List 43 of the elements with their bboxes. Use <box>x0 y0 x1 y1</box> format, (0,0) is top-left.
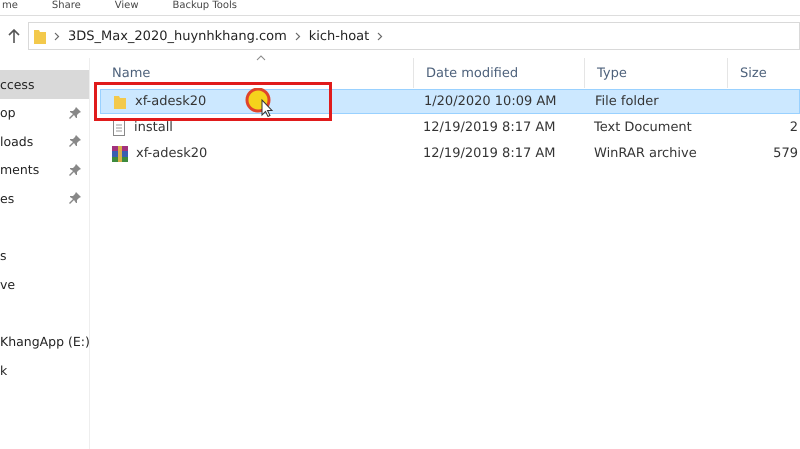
file-row[interactable]: xf-adesk20 12/19/2019 8:17 AM WinRAR archive 579 <box>100 141 800 166</box>
chevron-icon[interactable] <box>54 32 60 40</box>
sidebar-item[interactable]: op <box>0 98 89 127</box>
column-header[interactable]: Type <box>584 58 727 88</box>
archive-icon <box>112 146 128 162</box>
sort-caret-icon <box>256 55 266 61</box>
ribbon-tab[interactable]: me <box>0 0 20 15</box>
file-name: xf-adesk20 <box>136 146 208 161</box>
up-arrow-icon[interactable] <box>8 28 20 44</box>
sidebar-item[interactable]: s <box>0 242 89 270</box>
file-name: xf-adesk20 <box>135 94 206 109</box>
sidebar-item[interactable]: ccess <box>0 70 89 98</box>
ribbon-tab[interactable]: Backup Tools <box>170 0 239 15</box>
sidebar-item[interactable]: ve <box>0 270 89 298</box>
date-cell-text: 12/19/2019 8:17 AM <box>422 146 556 161</box>
sidebar-item[interactable]: k <box>0 356 89 384</box>
type-cell-text: WinRAR archive <box>593 146 698 161</box>
file-name: install <box>134 120 173 135</box>
sidebar-item[interactable]: ments <box>0 156 89 184</box>
file-row[interactable]: install 12/19/2019 8:17 AM Text Document 2 <box>100 115 800 140</box>
size-cell-text: 579 <box>772 146 799 161</box>
breadcrumb-item[interactable]: kich-hoat <box>308 28 370 44</box>
file-row[interactable]: xf-adesk20 1/20/2020 10:09 AM File folder <box>100 89 800 114</box>
chevron-icon[interactable] <box>294 32 301 40</box>
date-cell-text: 12/19/2019 8:17 AM <box>422 120 556 135</box>
column-header[interactable]: Size <box>727 58 800 88</box>
document-icon <box>112 120 126 136</box>
column-header[interactable]: Name <box>100 58 413 88</box>
size-cell-text: 2 <box>788 120 799 135</box>
folder-icon <box>34 28 46 44</box>
sidebar-item[interactable]: KhangApp (E:) <box>0 328 89 356</box>
folder-icon <box>113 94 127 110</box>
type-cell-text: Text Document <box>593 120 693 135</box>
sidebar-item[interactable]: es <box>0 184 89 212</box>
date-cell-text: 1/20/2020 10:09 AM <box>423 94 558 109</box>
chevron-icon[interactable] <box>377 32 384 40</box>
ribbon-tab[interactable]: Share <box>50 0 83 15</box>
type-cell-text: File folder <box>594 94 660 109</box>
breadcrumb-item[interactable]: 3DS_Max_2020_huynhkhang.com <box>68 28 287 44</box>
sidebar-item[interactable]: loads <box>0 127 89 156</box>
column-header[interactable]: Date modified <box>413 58 584 88</box>
ribbon-tab[interactable]: View <box>112 0 140 15</box>
address-bar[interactable]: 3DS_Max_2020_huynhkhang.com kich-hoat <box>28 22 800 50</box>
